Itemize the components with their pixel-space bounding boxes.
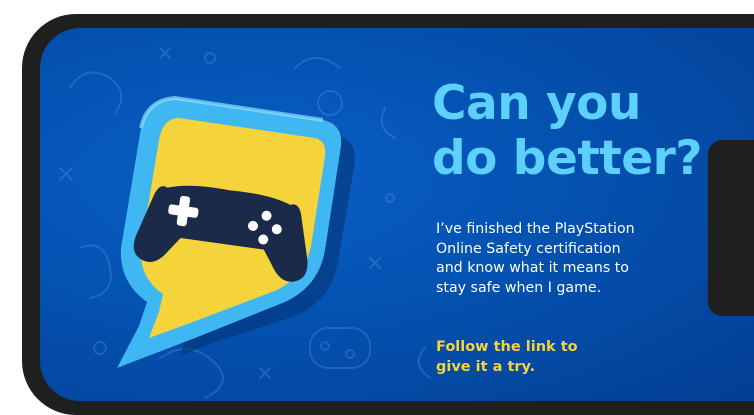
certification-message: I’ve finished the PlayStation Online Saf… <box>436 220 736 298</box>
message-line: I’ve finished the PlayStation <box>436 221 635 237</box>
phone-screen: Can you do better? I’ve finished the Pla… <box>40 28 754 401</box>
message-line: stay safe when I game. <box>436 279 602 296</box>
cta-line: give it a try. <box>436 359 536 375</box>
phone-frame: Can you do better? I’ve finished the Pla… <box>22 14 754 415</box>
headline: Can you do better? <box>432 76 732 186</box>
cta-line: Follow the link to <box>436 339 578 355</box>
follow-link-cta[interactable]: Follow the link to give it a try. <box>436 337 736 377</box>
headline-line-2: do better? <box>432 131 703 186</box>
shield-badge <box>117 95 356 368</box>
phone-notch <box>708 140 754 316</box>
message-line: Online Safety certification <box>436 240 621 257</box>
headline-line-1: Can you <box>432 76 641 131</box>
message-line: and know what it means to <box>436 260 629 276</box>
